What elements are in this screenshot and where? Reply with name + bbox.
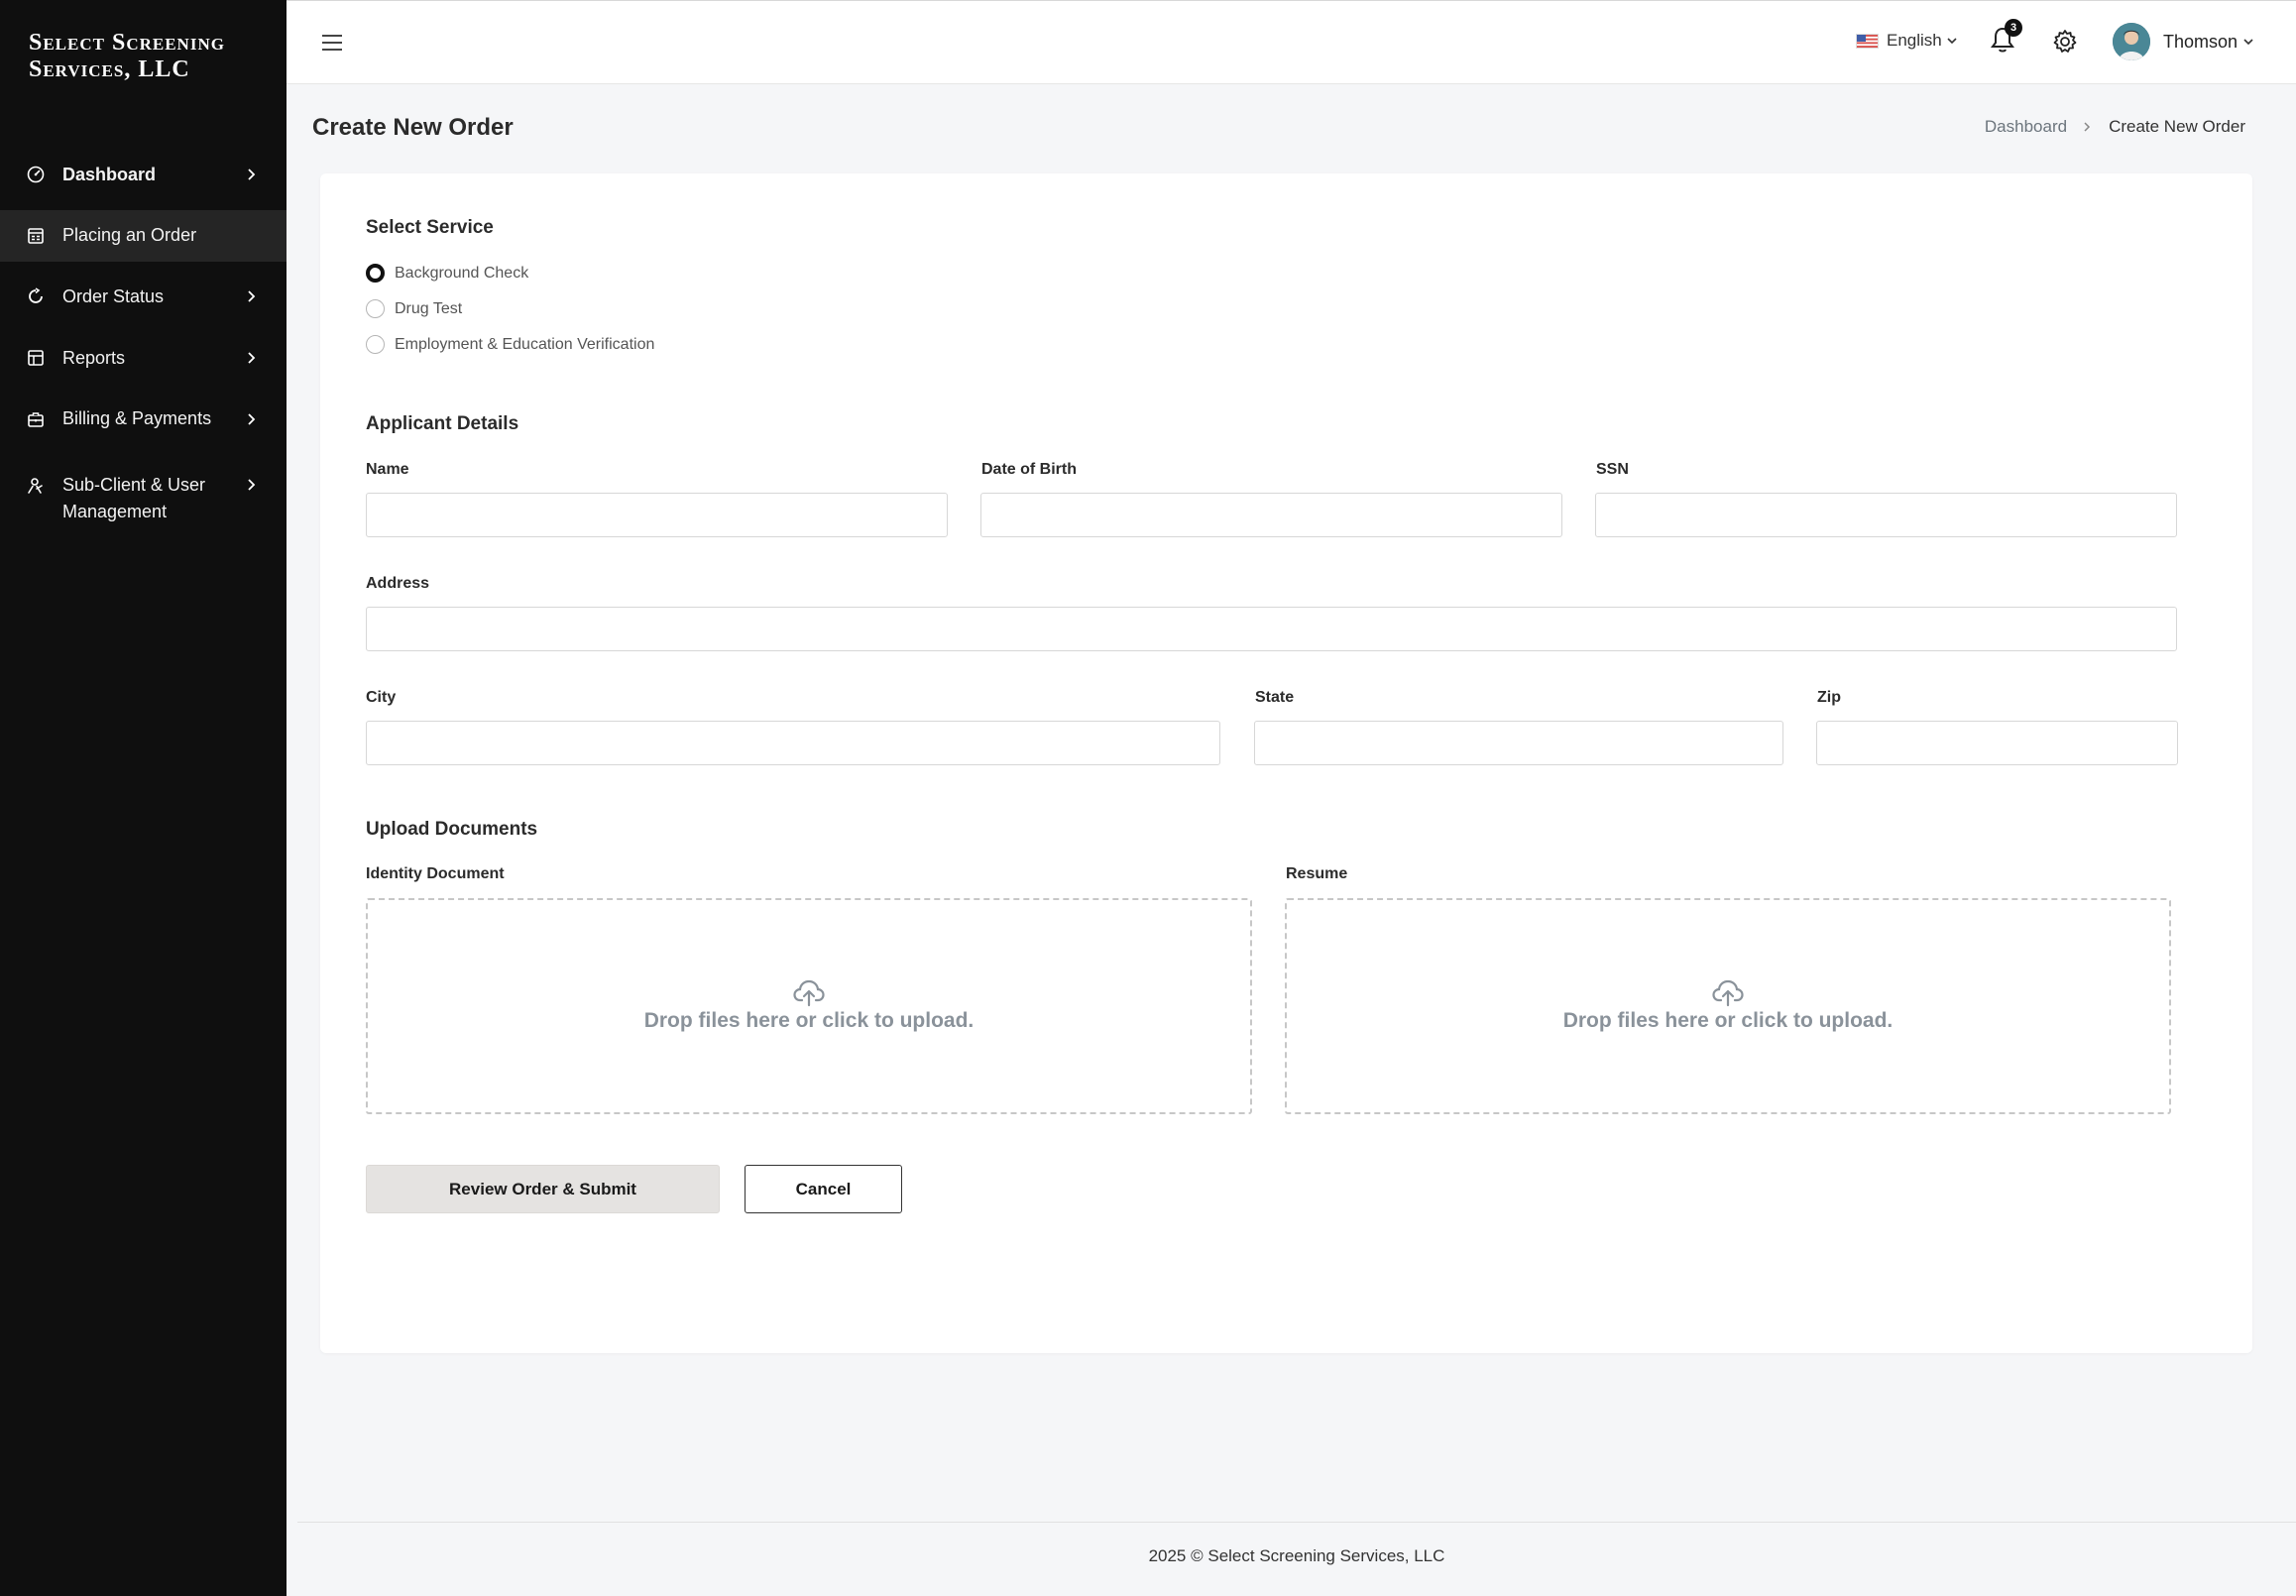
breadcrumb: Dashboard Create New Order: [1985, 117, 2245, 137]
ssn-input[interactable]: [1595, 493, 2177, 537]
footer-copyright: 2025 © Select Screening Services, LLC: [1148, 1546, 1445, 1565]
sidebar-item-label: Order Status: [62, 285, 165, 306]
sidebar-item-placing-an-order[interactable]: Placing an Order: [0, 209, 287, 262]
chevron-right-icon: [2083, 121, 2093, 133]
top-bar: English 3 Thomson: [287, 0, 2296, 84]
notification-count-badge: 3: [2005, 19, 2022, 37]
zip-label: Zip: [1817, 689, 1841, 706]
briefcase-icon: [26, 409, 46, 429]
chevron-right-icon: [245, 351, 259, 365]
radio-button-checked[interactable]: [366, 264, 385, 283]
dashboard-gauge-icon: [26, 165, 46, 184]
sidebar-item-label: Reports: [62, 347, 126, 368]
city-label: City: [366, 689, 397, 706]
dropzone-text: Drop files here or click to upload.: [1562, 1009, 1894, 1032]
sidebar-item-order-status[interactable]: Order Status: [0, 271, 287, 322]
identity-document-label: Identity Document: [366, 865, 505, 882]
radio-button[interactable]: [366, 299, 385, 318]
language-selector[interactable]: English: [1856, 31, 1957, 51]
select-service-title: Select Service: [366, 217, 494, 238]
brand-logo-text[interactable]: Select Screening Services, LLC: [29, 30, 225, 83]
create-order-form-card: Select Service Background Check Drug Tes…: [320, 173, 2252, 1353]
zip-input[interactable]: [1816, 721, 2178, 765]
dropzone-text: Drop files here or click to upload.: [643, 1009, 975, 1032]
radio-label: Background Check: [395, 264, 529, 282]
radio-label: Drug Test: [395, 299, 463, 317]
date-of-birth-input[interactable]: [980, 493, 1562, 537]
identity-document-dropzone[interactable]: Drop files here or click to upload.: [366, 898, 1252, 1114]
chevron-right-icon: [245, 289, 259, 303]
address-input[interactable]: [366, 607, 2177, 651]
resume-dropzone[interactable]: Drop files here or click to upload.: [1285, 898, 2171, 1114]
page-title: Create New Order: [312, 114, 514, 141]
sidebar-item-sub-client-user-management[interactable]: Sub-Client & User Management: [0, 454, 287, 533]
chevron-right-icon: [245, 412, 259, 426]
name-input[interactable]: [366, 493, 948, 537]
address-label: Address: [366, 575, 430, 592]
chevron-down-icon: [1947, 37, 1957, 45]
footer: 2025 © Select Screening Services, LLC: [297, 1522, 2296, 1596]
sidebar-item-reports[interactable]: Reports: [0, 332, 287, 384]
review-order-submit-button[interactable]: Review Order & Submit: [366, 1165, 720, 1213]
radio-employment-education-verification[interactable]: Employment & Education Verification: [366, 335, 654, 354]
sidebar-item-label: Dashboard: [62, 164, 157, 184]
chevron-right-icon: [245, 168, 259, 181]
chevron-down-icon: [2243, 38, 2253, 46]
date-of-birth-label: Date of Birth: [981, 461, 1077, 478]
sidebar-item-billing-payments[interactable]: Billing & Payments: [0, 394, 287, 445]
radio-background-check[interactable]: Background Check: [366, 264, 528, 283]
user-name: Thomson: [2163, 31, 2239, 52]
language-label: English: [1887, 31, 1942, 50]
radio-label: Employment & Education Verification: [395, 335, 655, 353]
cloud-upload-icon: [793, 979, 825, 1007]
applicant-details-title: Applicant Details: [366, 413, 519, 434]
sidebar: Select Screening Services, LLC Dashboard…: [0, 0, 287, 1596]
sidebar-item-dashboard[interactable]: Dashboard: [0, 149, 287, 200]
avatar: [2113, 23, 2150, 60]
cancel-button[interactable]: Cancel: [745, 1165, 902, 1213]
refresh-icon: [26, 286, 46, 306]
user-menu[interactable]: Thomson: [2113, 23, 2253, 60]
radio-drug-test[interactable]: Drug Test: [366, 299, 462, 318]
upload-documents-title: Upload Documents: [366, 819, 538, 840]
order-form-icon: [26, 226, 46, 246]
sidebar-nav: Dashboard Placing an Order Order Status …: [0, 149, 287, 543]
breadcrumb-current: Create New Order: [2109, 117, 2245, 136]
sidebar-item-label: Sub-Client & User Management: [62, 472, 245, 525]
hamburger-menu-icon[interactable]: [320, 31, 344, 55]
breadcrumb-link-dashboard[interactable]: Dashboard: [1985, 117, 2067, 137]
brand-line-2: Services, LLC: [29, 57, 190, 82]
reports-icon: [26, 348, 46, 368]
us-flag-icon: [1856, 33, 1879, 49]
state-input[interactable]: [1254, 721, 1783, 765]
sidebar-item-label-line-1: Sub-Client & User: [62, 475, 206, 496]
state-label: State: [1255, 689, 1295, 706]
chevron-right-icon: [245, 478, 259, 492]
notification-bell-icon[interactable]: 3: [1990, 19, 2022, 58]
radio-button[interactable]: [366, 335, 385, 354]
user-management-icon: [26, 476, 46, 496]
name-label: Name: [366, 461, 409, 478]
sidebar-item-label: Placing an Order: [62, 225, 197, 246]
brand-line-1: Select Screening: [29, 30, 225, 56]
ssn-label: SSN: [1596, 461, 1629, 478]
gear-icon[interactable]: [2051, 28, 2079, 56]
sidebar-item-label: Billing & Payments: [62, 408, 212, 429]
sidebar-item-label-line-2: Management: [62, 502, 168, 522]
resume-label: Resume: [1286, 865, 1348, 882]
city-input[interactable]: [366, 721, 1220, 765]
cloud-upload-icon: [1712, 979, 1744, 1007]
